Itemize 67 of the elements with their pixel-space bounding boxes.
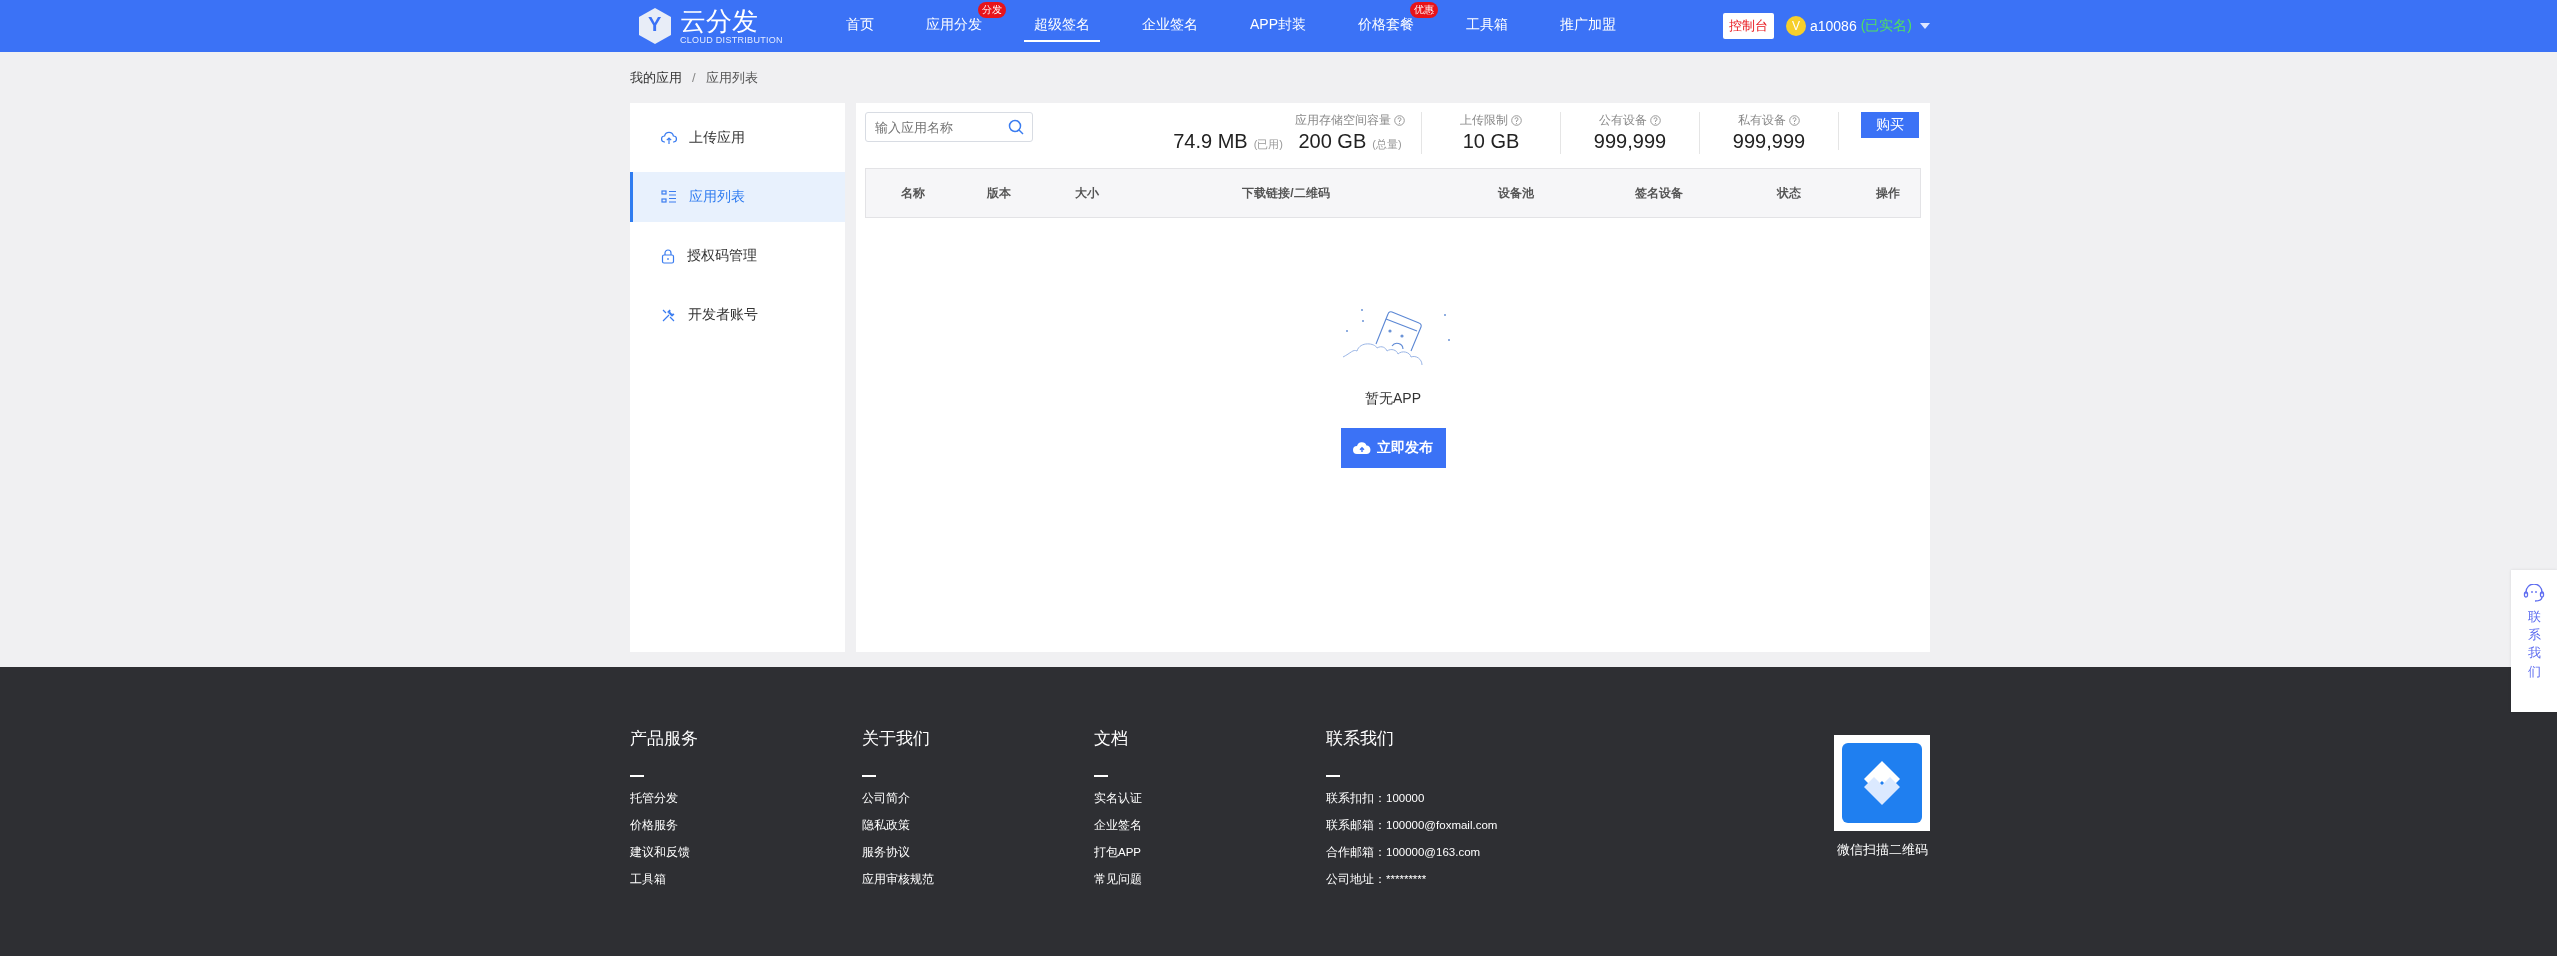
stat-value: 200 GB xyxy=(1298,129,1367,154)
breadcrumb-current: 应用列表 xyxy=(705,68,758,87)
stat-value: 10 GB xyxy=(1462,129,1520,154)
footer-link[interactable]: 服务协议 xyxy=(862,845,1094,872)
footer-link[interactable]: 公司简介 xyxy=(862,791,1094,818)
sidebar-item[interactable]: 开发者账号 xyxy=(630,290,845,340)
contact-line: 合作邮箱：100000@163.com xyxy=(1326,845,1482,860)
stat-value: 999,999 xyxy=(1593,129,1667,154)
stat-label: 应用存储空间容量 xyxy=(1295,111,1391,129)
footer-link[interactable]: 实名认证 xyxy=(1094,791,1326,818)
contact-line: 联系扣扣：100000 xyxy=(1326,791,1426,806)
footer-link[interactable]: 托管分发 xyxy=(630,791,862,818)
footer-link[interactable]: 打包APP xyxy=(1094,845,1326,872)
stat-label: 私有设备 xyxy=(1738,111,1786,129)
footer-link[interactable]: 隐私政策 xyxy=(862,818,1094,845)
logo-letter: Y xyxy=(648,13,662,36)
contact-tab[interactable]: 联系我们 xyxy=(2511,570,2557,712)
nav-link[interactable]: APP封装 xyxy=(1250,10,1306,42)
nav-badge: 优惠 xyxy=(1410,2,1438,18)
column-header: 版本 xyxy=(986,184,1012,202)
nav-link[interactable]: 首页 xyxy=(846,10,874,42)
breadcrumb-separator: / xyxy=(692,70,696,85)
footer-heading: 关于我们 xyxy=(862,728,931,750)
contact-line: 联系邮箱：100000@foxmail.com xyxy=(1326,818,1499,833)
used-storage-value: 74.9 MB xyxy=(1173,129,1248,154)
nav-link[interactable]: 工具箱 xyxy=(1466,10,1508,42)
column-header: 签名设备 xyxy=(1634,184,1684,202)
qr-caption: 微信扫描二维码 xyxy=(1836,841,1928,859)
stat-value: 999,999 xyxy=(1732,129,1806,154)
footer-heading: 文档 xyxy=(1094,728,1129,750)
stat-label: 公有设备 xyxy=(1599,111,1647,129)
nav-link[interactable]: 超级签名 xyxy=(1024,10,1100,42)
logo-name: 云分发 xyxy=(680,7,759,35)
sidebar-item[interactable]: 授权码管理 xyxy=(630,231,845,281)
contact-line: 公司地址：********* xyxy=(1326,872,1428,887)
breadcrumb-link[interactable]: 我的应用 xyxy=(630,68,682,87)
user-name[interactable]: a10086 xyxy=(1809,18,1857,34)
nav-badge: 分发 xyxy=(978,2,1006,18)
nav-link[interactable]: 推广加盟 xyxy=(1560,10,1616,42)
footer-link[interactable]: 常见问题 xyxy=(1094,872,1326,899)
used-note: (已用) xyxy=(1253,137,1283,152)
column-header: 名称 xyxy=(900,184,926,202)
verified-label: (已实名) xyxy=(1860,17,1912,35)
column-header: 状态 xyxy=(1775,184,1802,202)
footer-heading: 联系我们 xyxy=(1326,728,1395,750)
search-field[interactable]: 输入应用名称 xyxy=(865,112,1033,142)
total-note: (总量) xyxy=(1372,137,1402,152)
column-header: 下载链接/二维码 xyxy=(1241,184,1331,202)
footer-link[interactable]: 工具箱 xyxy=(630,872,862,899)
footer-link[interactable]: 企业签名 xyxy=(1094,818,1326,845)
sidebar-item[interactable]: 应用列表 xyxy=(630,172,845,222)
nav-link[interactable]: 企业签名 xyxy=(1142,10,1198,42)
sidebar-item[interactable]: 上传应用 xyxy=(630,113,845,163)
logo-tagline: CLOUD DISTRIBUTION xyxy=(680,35,783,45)
buy-button[interactable]: 购买 xyxy=(1861,112,1919,138)
footer-link[interactable]: 建议和反馈 xyxy=(630,845,862,872)
column-header: 操作 xyxy=(1875,184,1901,202)
stat-label: 上传限制 xyxy=(1460,111,1508,129)
column-header: 设备池 xyxy=(1496,184,1535,202)
contact-label[interactable]: 联系我们 xyxy=(2527,608,2541,681)
empty-message: 暂无APP xyxy=(1365,390,1421,408)
console-button[interactable]: 控制台 xyxy=(1722,13,1774,39)
publish-button[interactable]: 立即发布 xyxy=(1340,428,1446,468)
column-header: 大小 xyxy=(1074,184,1100,202)
footer-heading: 产品服务 xyxy=(630,728,699,750)
footer-link[interactable]: 价格服务 xyxy=(630,818,862,845)
footer-link[interactable]: 应用审核规范 xyxy=(862,872,1094,899)
